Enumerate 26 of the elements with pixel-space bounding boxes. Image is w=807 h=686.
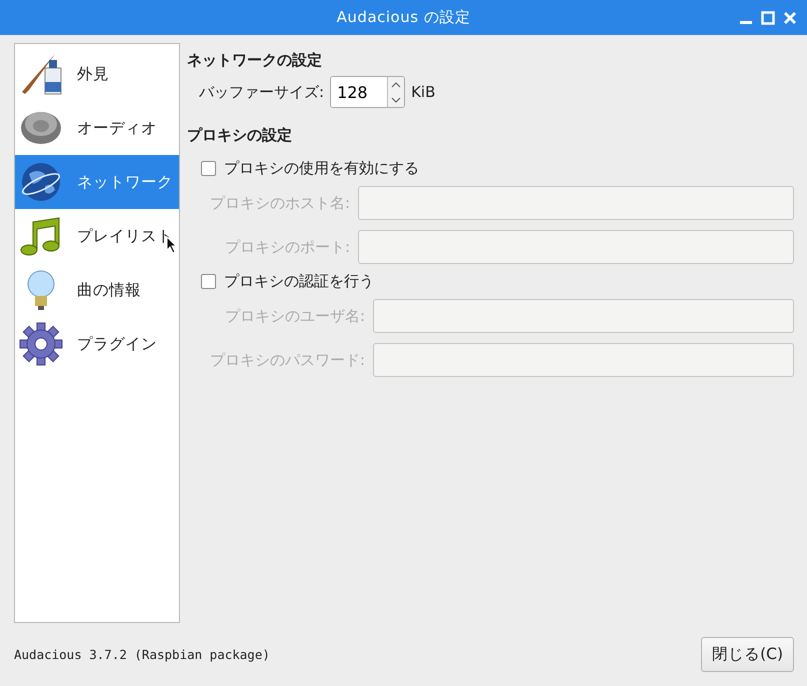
sidebar-item[interactable]: ネットワーク [15, 155, 179, 209]
spin-field[interactable]: 128 [330, 76, 406, 108]
close-icon[interactable] [783, 10, 797, 24]
field-label: バッファーサイズ: [199, 82, 324, 102]
field-label: プロキシのユーザ名: [224, 306, 366, 326]
sidebar-item[interactable]: 外見 [15, 47, 179, 101]
chevron-up-icon [391, 82, 402, 88]
maximize-icon[interactable] [761, 10, 775, 24]
sidebar-item[interactable]: オーディオ [15, 101, 179, 155]
sidebar-item[interactable]: 曲の情報 [15, 263, 179, 317]
field-label: プロキシのポート: [224, 238, 350, 256]
unit-label: KiB [411, 83, 436, 101]
section-heading: プロキシの設定 [187, 126, 293, 145]
section-heading: ネットワークの設定 [187, 51, 323, 70]
close-button[interactable]: 閉じる(C) [701, 637, 794, 672]
checkbox-label: プロキシの認証を行う [224, 272, 374, 291]
window-title: Audacious の設定 [336, 8, 470, 27]
field-label: プロキシのホスト名: [210, 194, 350, 212]
version-text: Audacious 3.7.2 (Raspbian package) [14, 647, 270, 662]
checkbox[interactable] [201, 161, 216, 176]
checkbox-label: プロキシの使用を有効にする [224, 159, 419, 178]
sidebar-item[interactable]: プレイリスト [15, 209, 179, 263]
checkbox[interactable] [201, 274, 216, 289]
field-label: プロキシのパスワード: [210, 350, 366, 370]
chevron-down-icon [391, 96, 402, 102]
sidebar-item[interactable]: プラグイン [15, 317, 179, 371]
